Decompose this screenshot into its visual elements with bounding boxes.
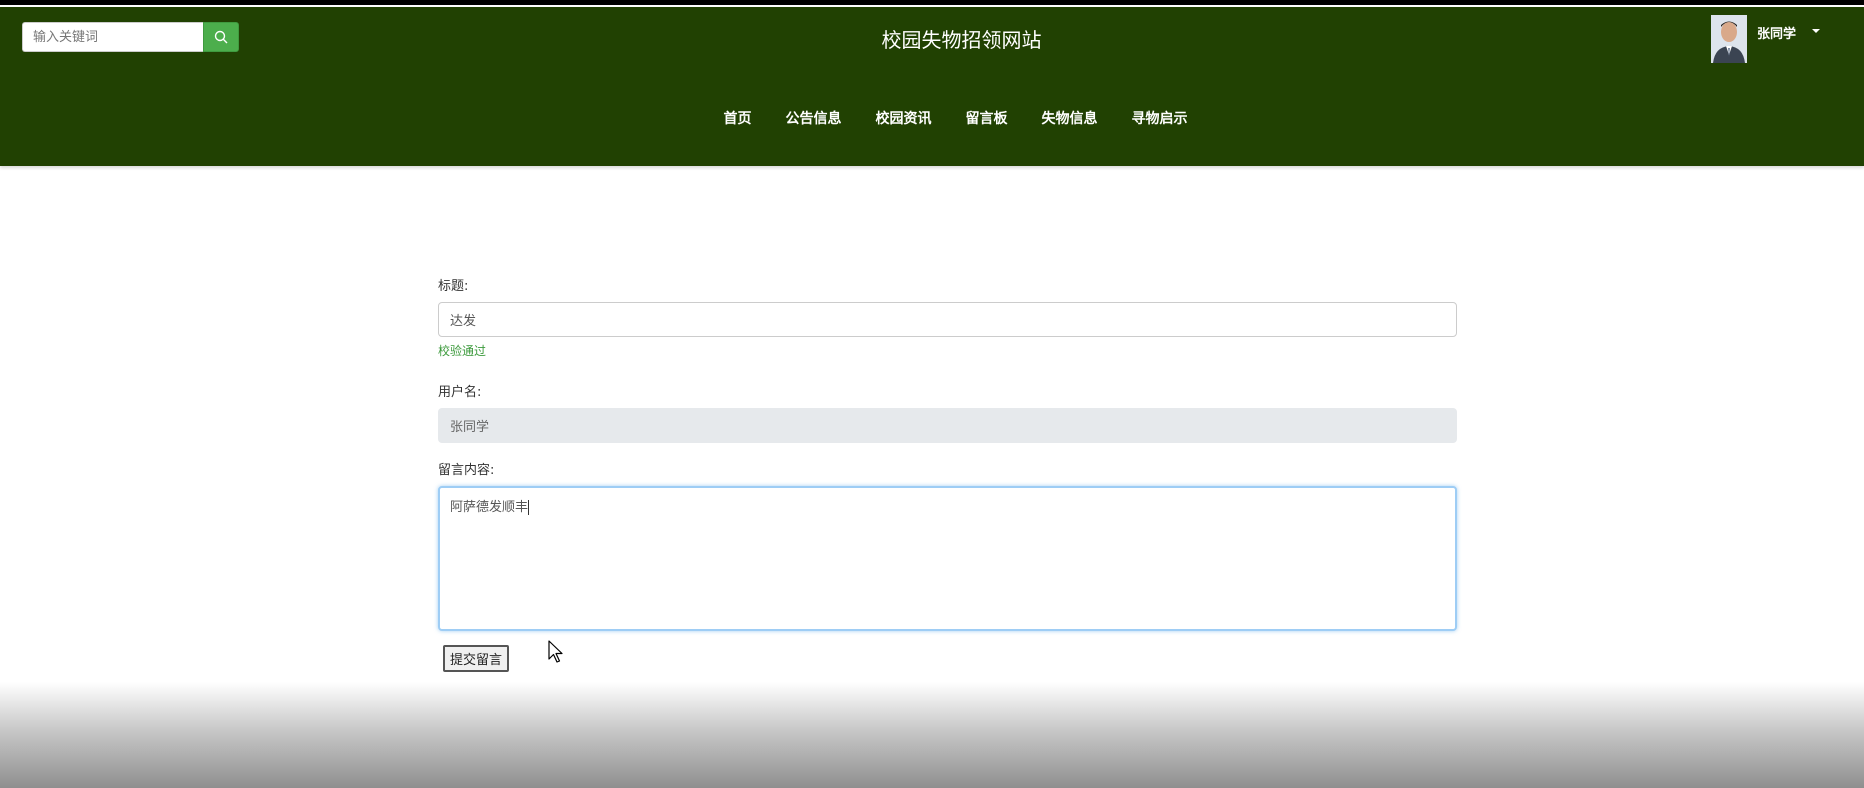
content-textarea-value: 阿萨德发顺丰 xyxy=(450,500,529,515)
content-textarea[interactable]: 阿萨德发顺丰 xyxy=(438,486,1457,631)
mouse-pointer-icon xyxy=(548,640,563,663)
username-field: 张同学 xyxy=(438,408,1457,443)
message-form: 标题: 达发 校验通过 用户名: 张同学 留言内容: 阿萨德发顺丰 提交留言 xyxy=(438,275,1457,672)
nav-item-lost-items[interactable]: 失物信息 xyxy=(1042,108,1098,128)
nav-item-campus-news[interactable]: 校园资讯 xyxy=(876,108,932,128)
nav-item-search-notices[interactable]: 寻物启示 xyxy=(1132,108,1188,128)
submit-message-button[interactable]: 提交留言 xyxy=(443,645,510,672)
nav-item-message-board[interactable]: 留言板 xyxy=(966,108,1008,128)
window-top-edge xyxy=(0,0,1864,7)
site-title: 校园失物招领网站 xyxy=(881,28,1042,52)
title-validation-message: 校验通过 xyxy=(438,344,487,358)
username-field-value: 张同学 xyxy=(450,420,490,435)
main-nav: 首页 公告信息 校园资讯 留言板 失物信息 寻物启示 xyxy=(0,108,1864,128)
caret-down-icon[interactable] xyxy=(1812,29,1821,33)
footer-gradient xyxy=(0,682,1864,788)
user-name[interactable]: 张同学 xyxy=(1757,23,1796,42)
title-field-value: 达发 xyxy=(450,314,477,329)
nav-item-home[interactable]: 首页 xyxy=(724,108,752,128)
title-field[interactable]: 达发 xyxy=(438,302,1457,337)
site-header: 校园失物招领网站 张同学 首页 公告信息 校园资讯 留言板 失物信息 寻物启示 xyxy=(0,7,1864,166)
text-caret xyxy=(528,500,530,515)
nav-item-notices[interactable]: 公告信息 xyxy=(786,108,842,128)
content-label: 留言内容: xyxy=(438,463,495,478)
title-label: 标题: xyxy=(438,279,469,294)
avatar[interactable] xyxy=(1711,15,1747,63)
user-menu[interactable]: 张同学 xyxy=(1711,15,1821,63)
username-label: 用户名: xyxy=(438,385,482,400)
